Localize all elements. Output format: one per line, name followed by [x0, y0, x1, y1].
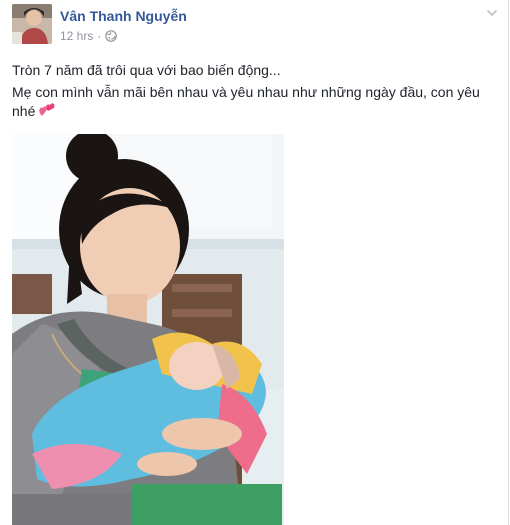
post-text-body: Mẹ con mình vẫn mãi bên nhau và yêu nhau…: [12, 84, 480, 120]
post-text-line-2: Mẹ con mình vẫn mãi bên nhau và yêu nhau…: [12, 83, 492, 123]
author-name[interactable]: Vân Thanh Nguyễn: [60, 8, 187, 24]
chevron-down-icon[interactable]: [486, 8, 498, 18]
post-card: Vân Thanh Nguyễn 12 hrs · Tròn 7 năm đã …: [0, 0, 509, 525]
meta-separator: ·: [97, 29, 102, 43]
post-meta: 12 hrs ·: [60, 29, 118, 43]
globe-icon[interactable]: [105, 30, 118, 42]
two-hearts-icon: [38, 102, 56, 123]
author-avatar[interactable]: [12, 4, 52, 44]
post-text-line-1: Tròn 7 năm đã trôi qua với bao biến động…: [12, 62, 281, 78]
post-timestamp[interactable]: 12 hrs: [60, 29, 93, 43]
post-photo[interactable]: [12, 134, 284, 525]
